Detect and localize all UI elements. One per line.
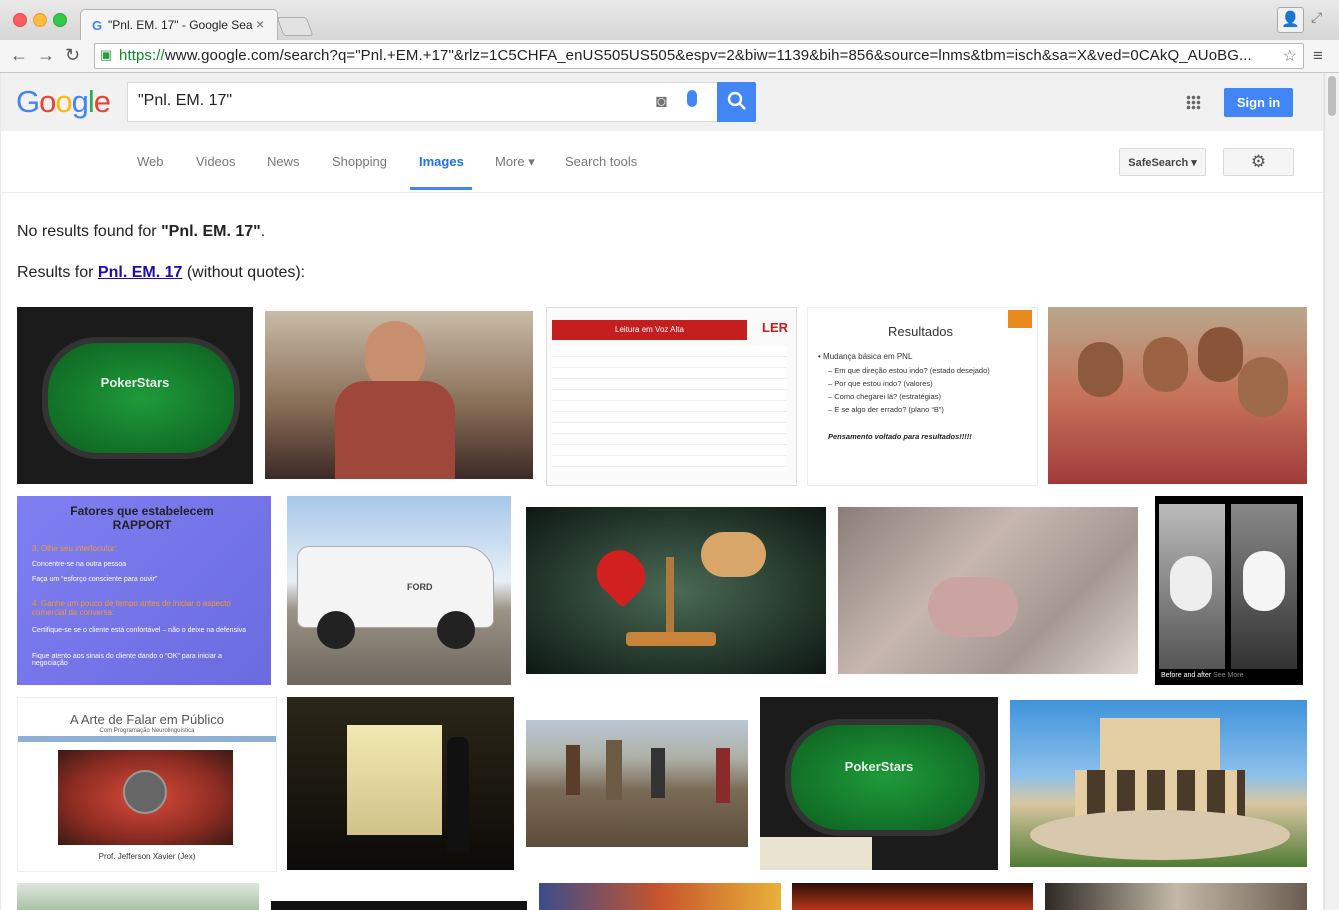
profile-icon[interactable]: 👤 <box>1277 7 1304 33</box>
url-text[interactable]: https://www.google.com/search?q="Pnl.+EM… <box>119 47 1269 64</box>
image-result-girls[interactable] <box>1048 307 1307 484</box>
close-window-button[interactable] <box>13 13 27 27</box>
no-results-message: No results found for "Pnl. EM. 17". <box>17 223 266 240</box>
new-tab-button[interactable] <box>276 17 314 36</box>
image-result-heart-brain-scale[interactable] <box>526 507 826 674</box>
minimize-window-button[interactable] <box>33 13 47 27</box>
camera-icon[interactable]: ◙ <box>656 91 667 112</box>
image-result-dogs[interactable]: Before and after See More <box>1155 496 1303 685</box>
scrollbar[interactable] <box>1324 73 1339 910</box>
scrollbar-thumb[interactable] <box>1328 76 1336 116</box>
image-result-woman[interactable] <box>265 311 533 479</box>
forward-icon[interactable]: → <box>37 45 55 66</box>
tab-more[interactable]: More ▾ <box>495 154 535 170</box>
tab-web[interactable]: Web <box>137 154 164 169</box>
microphone-icon[interactable] <box>687 90 697 107</box>
image-result-truck[interactable]: FORD <box>287 496 511 685</box>
back-icon[interactable]: ← <box>10 45 28 66</box>
lock-icon: ▣ <box>100 47 113 62</box>
tab-news[interactable]: News <box>267 154 300 169</box>
address-bar[interactable]: ▣ https://www.google.com/search?q="Pnl.+… <box>94 43 1304 69</box>
image-result-rapport[interactable]: Fatores que estabelecem RAPPORT 3. Olhe … <box>17 496 271 685</box>
image-result-ler-table[interactable]: Leitura em Voz Alta LER <box>546 307 797 486</box>
image-result-partial-4[interactable] <box>792 883 1033 910</box>
image-result-partial-3[interactable] <box>539 883 781 910</box>
image-result-poker-2[interactable]: PokerStars <box>760 697 998 870</box>
results-query-link[interactable]: Pnl. EM. 17 <box>98 264 182 281</box>
image-result-partial-2[interactable] <box>271 901 527 910</box>
search-icon <box>727 91 746 110</box>
image-result-villa[interactable] <box>1010 700 1307 867</box>
google-logo[interactable]: Google <box>16 84 111 120</box>
fullscreen-icon[interactable]: ⤢ <box>1311 9 1322 26</box>
bookmark-star-icon[interactable]: ☆ <box>1283 46 1297 66</box>
tab-close-icon[interactable]: × <box>256 16 264 32</box>
reload-icon[interactable]: ↻ <box>65 45 80 66</box>
search-input[interactable]: "Pnl. EM. 17" ◙ <box>127 82 719 122</box>
image-result-people-raking[interactable] <box>526 720 748 847</box>
browser-tab[interactable]: G "Pnl. EM. 17" - Google Sear × <box>80 9 278 41</box>
image-result-presenter[interactable] <box>287 697 514 870</box>
search-query-text[interactable]: "Pnl. EM. 17" <box>138 92 232 110</box>
image-result-cat[interactable] <box>838 507 1138 674</box>
sign-in-button[interactable]: Sign in <box>1224 88 1293 117</box>
image-result-poker-1[interactable]: PokerStars <box>17 307 253 484</box>
google-favicon-icon: G <box>92 18 103 33</box>
tab-videos[interactable]: Videos <box>196 154 236 169</box>
tab-search-tools[interactable]: Search tools <box>565 154 637 169</box>
image-result-arte-falar[interactable]: A Arte de Falar em Público Com Programaç… <box>17 697 277 872</box>
image-result-partial-5[interactable] <box>1045 883 1307 910</box>
tab-images[interactable]: Images <box>419 154 464 169</box>
tab-title: "Pnl. EM. 17" - Google Sear <box>108 18 253 32</box>
page-content: Google "Pnl. EM. 17" ◙ Sign in Web Video… <box>1 73 1323 910</box>
image-result-resultados[interactable]: Resultados • Mudança básica em PNL – Em … <box>807 307 1038 486</box>
search-button[interactable] <box>717 82 756 122</box>
zoom-window-button[interactable] <box>53 13 67 27</box>
settings-gear-icon[interactable]: ⚙ <box>1223 148 1294 176</box>
apps-grid-icon[interactable] <box>1186 95 1201 110</box>
image-result-partial-1[interactable] <box>17 883 259 910</box>
results-for-message: Results for Pnl. EM. 17 (without quotes)… <box>17 264 306 281</box>
active-tab-indicator <box>410 187 472 190</box>
browser-menu-icon[interactable]: ≡ <box>1313 46 1323 66</box>
tab-shopping[interactable]: Shopping <box>332 154 387 169</box>
safesearch-button[interactable]: SafeSearch ▾ <box>1119 148 1206 176</box>
